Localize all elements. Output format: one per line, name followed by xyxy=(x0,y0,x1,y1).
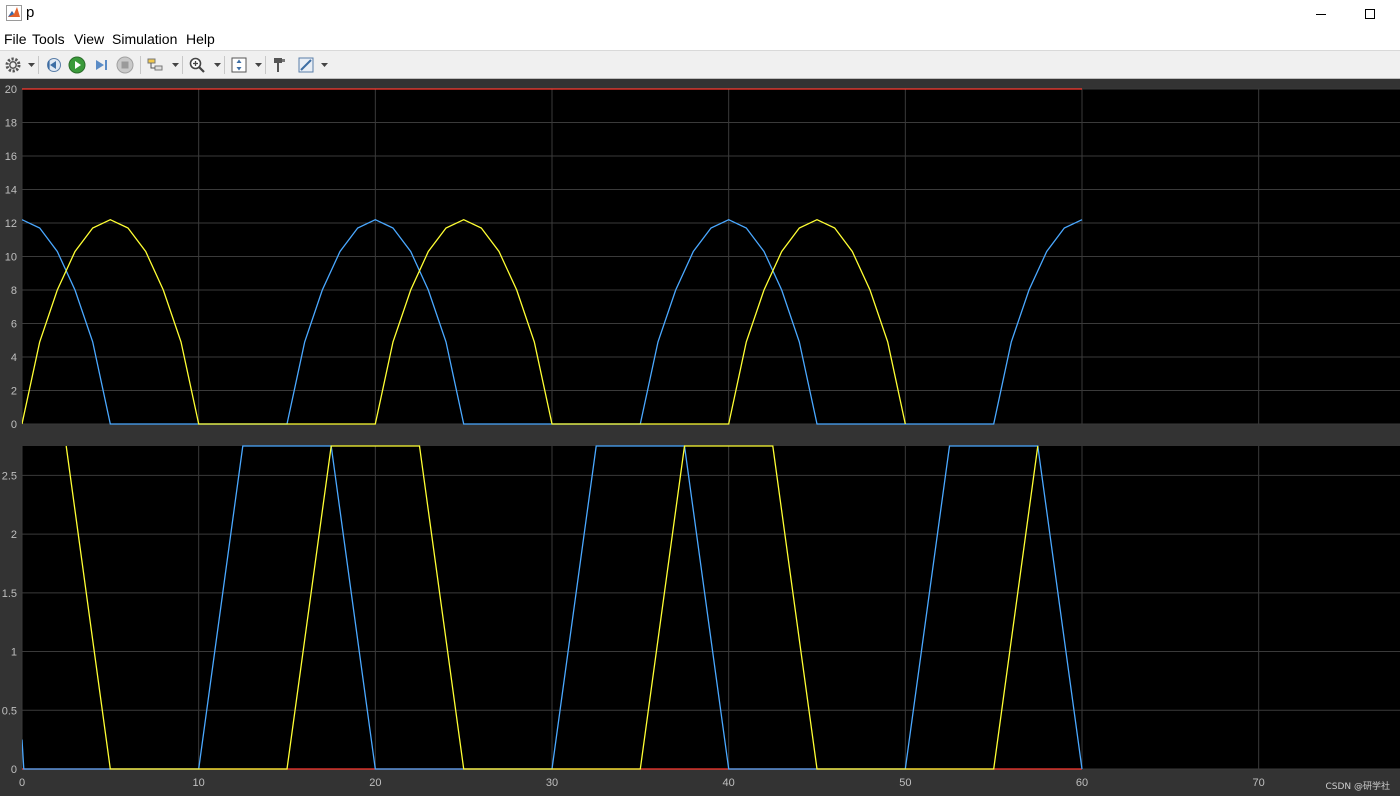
y-tick-label: 2.5 xyxy=(2,470,17,482)
y-tick-label: 0.5 xyxy=(2,705,17,717)
maximize-button[interactable] xyxy=(1347,0,1393,28)
y-tick-label: 4 xyxy=(11,352,17,364)
menu-file[interactable]: File xyxy=(4,31,27,47)
y-tick-label: 1 xyxy=(11,647,17,659)
y-tick-label: 10 xyxy=(5,252,17,264)
chevron-down-icon xyxy=(171,62,179,67)
chevron-down-icon xyxy=(213,62,221,67)
settings-button[interactable] xyxy=(2,54,24,76)
window-title: p xyxy=(26,4,35,21)
menu-help[interactable]: Help xyxy=(186,31,215,47)
measure-button[interactable] xyxy=(295,54,317,76)
toolbar-divider xyxy=(265,56,266,74)
highlight-icon xyxy=(147,58,163,71)
x-tick-label: 20 xyxy=(369,777,381,789)
step-back-button[interactable] xyxy=(42,54,64,76)
y-tick-label: 14 xyxy=(5,185,17,197)
menu-tools[interactable]: Tools xyxy=(32,31,65,47)
fit-axes-icon xyxy=(231,57,247,73)
y-tick-label: 12 xyxy=(5,218,17,230)
x-tick-label: 50 xyxy=(899,777,911,789)
toolbar-divider xyxy=(140,56,141,74)
settings-icon xyxy=(5,57,21,73)
x-tick-label: 40 xyxy=(723,777,735,789)
y-tick-label: 2 xyxy=(11,386,17,398)
run-icon xyxy=(68,56,86,74)
y-tick-label: 1.5 xyxy=(2,588,17,600)
y-tick-label: 6 xyxy=(11,319,17,331)
y-tick-label: 0 xyxy=(11,764,17,776)
x-tick-label: 0 xyxy=(19,777,25,789)
chevron-down-icon xyxy=(27,62,35,67)
x-tick-label: 60 xyxy=(1076,777,1088,789)
toolbar-divider xyxy=(182,56,183,74)
y-tick-label: 0 xyxy=(11,419,17,431)
zoom-dropdown[interactable] xyxy=(213,54,221,76)
fit-axes-button[interactable] xyxy=(228,54,250,76)
y-tick-label: 20 xyxy=(5,84,17,96)
minimize-icon xyxy=(1316,14,1326,15)
menu-bar: File Tools View Simulation Help xyxy=(0,28,1400,50)
chevron-down-icon xyxy=(320,62,328,67)
step-forward-button[interactable] xyxy=(90,54,112,76)
scope-plots: 0 2 4 6 8 10 12 14 16 18 20 0 0.5 1 1.5 2 2.5 0 10 20 30 40 50… xyxy=(2,84,1400,789)
scope-display: 0 2 4 6 8 10 12 14 16 18 20 0 0.5 1 1.5 2 2.5 0 10 20 30 40 50… xyxy=(0,79,1400,796)
style-icon xyxy=(274,58,285,72)
y-tick-label: 8 xyxy=(11,285,17,297)
x-tick-label: 30 xyxy=(546,777,558,789)
zoom-icon xyxy=(189,57,205,73)
maximize-icon xyxy=(1365,9,1375,19)
measure-icon xyxy=(298,57,314,73)
stop-icon xyxy=(116,56,134,74)
toolbar-divider xyxy=(224,56,225,74)
watermark: CSDN @研学社 xyxy=(1325,782,1390,792)
x-tick-label: 10 xyxy=(193,777,205,789)
x-tick-label: 70 xyxy=(1253,777,1265,789)
measure-dropdown[interactable] xyxy=(320,54,328,76)
minimize-button[interactable] xyxy=(1298,0,1344,28)
menu-view[interactable]: View xyxy=(74,31,104,47)
matlab-logo-icon xyxy=(6,5,22,21)
y-tick-label: 2 xyxy=(11,529,17,541)
highlight-dropdown[interactable] xyxy=(171,54,179,76)
toolbar-divider xyxy=(38,56,39,74)
step-back-icon xyxy=(47,58,61,72)
title-bar: p xyxy=(0,0,1400,28)
stop-button[interactable] xyxy=(114,54,136,76)
highlight-button[interactable] xyxy=(144,54,166,76)
run-button[interactable] xyxy=(66,54,88,76)
plot-area xyxy=(22,446,1400,769)
menu-simulation[interactable]: Simulation xyxy=(112,31,177,47)
style-button[interactable] xyxy=(268,54,290,76)
settings-dropdown[interactable] xyxy=(27,54,35,76)
fit-axes-dropdown[interactable] xyxy=(254,54,262,76)
y-tick-label: 18 xyxy=(5,118,17,130)
chevron-down-icon xyxy=(254,62,262,67)
zoom-button[interactable] xyxy=(186,54,208,76)
step-forward-icon xyxy=(96,60,107,70)
toolbar xyxy=(0,50,1400,79)
y-tick-label: 16 xyxy=(5,151,17,163)
